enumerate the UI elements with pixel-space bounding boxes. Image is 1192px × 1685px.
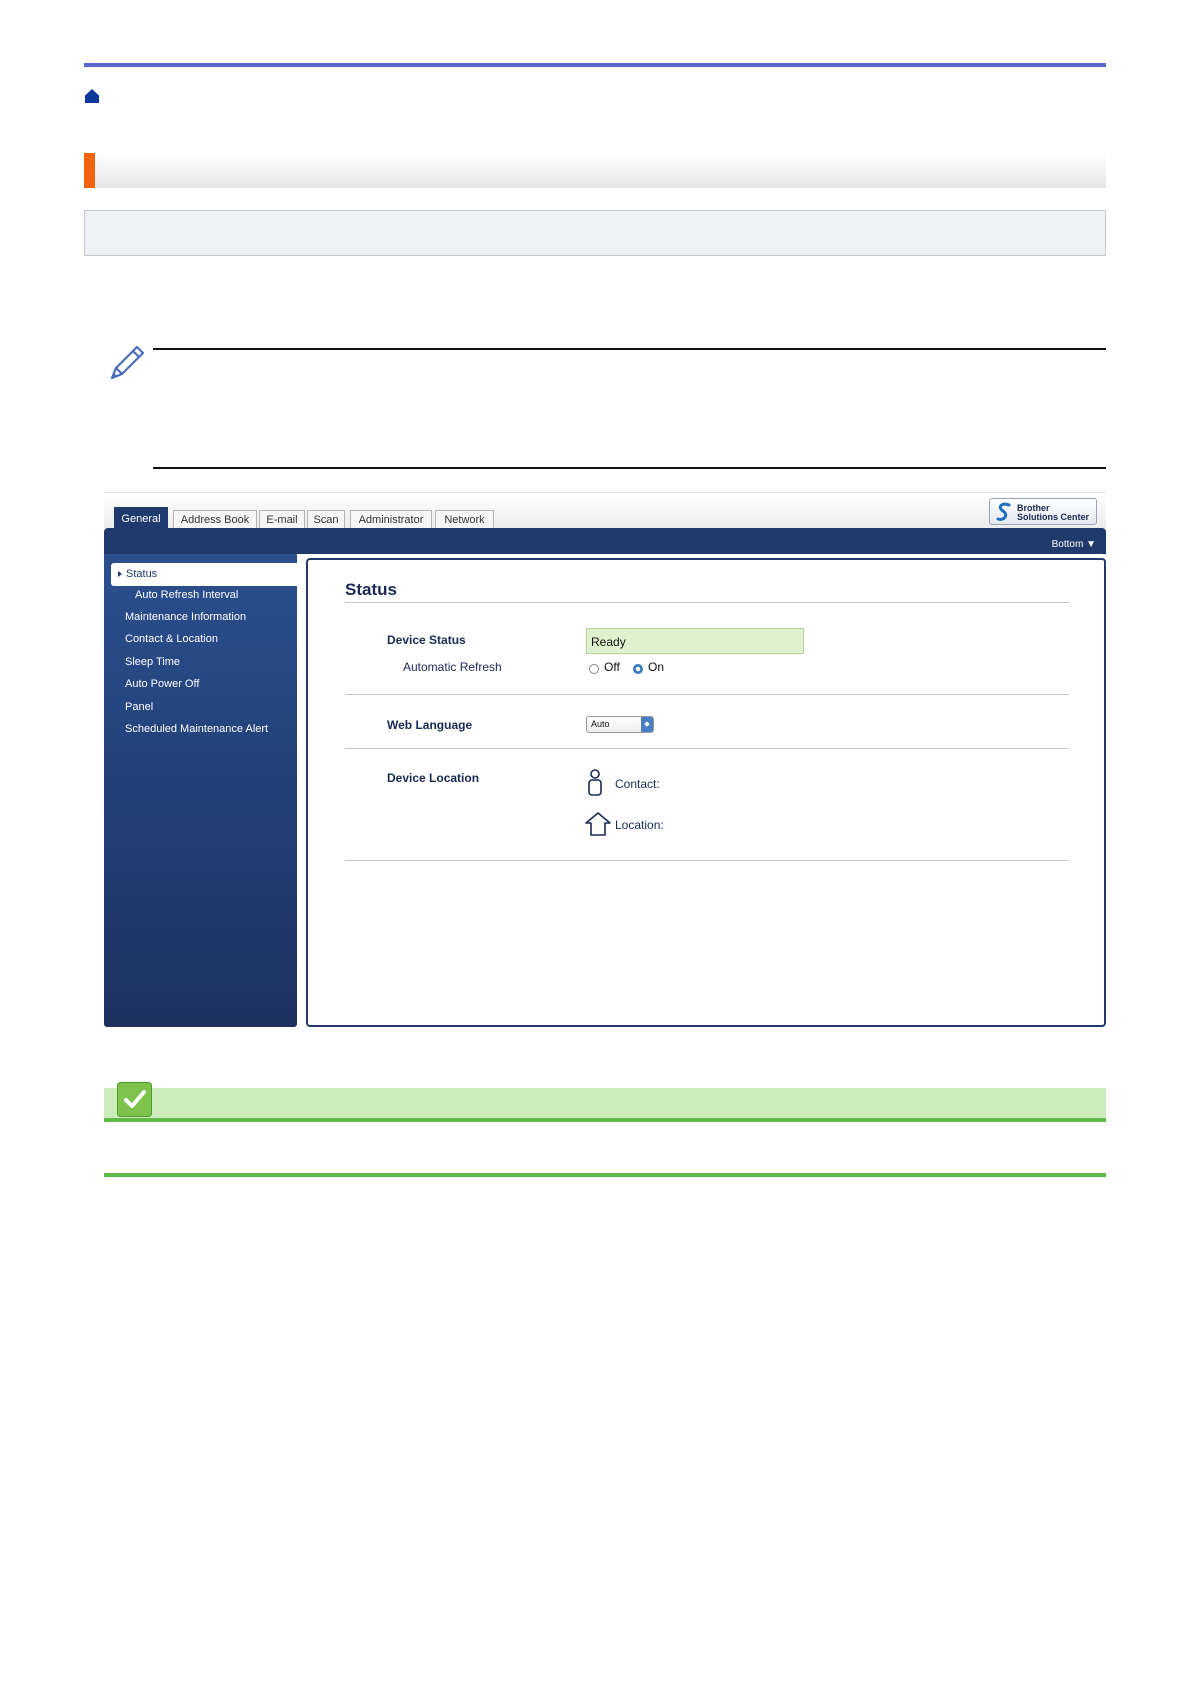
- solutions-center-logo-icon: [996, 502, 1011, 521]
- sidebar-item-auto-power-off[interactable]: Auto Power Off: [125, 678, 199, 690]
- brand-line-2: Solutions Center: [1017, 512, 1090, 522]
- solutions-center-button[interactable]: Brother Solutions Center: [989, 498, 1097, 525]
- sidebar-item-scheduled-maintenance-alert[interactable]: Scheduled Maintenance Alert: [125, 723, 268, 735]
- note-bottom-rule: [153, 467, 1106, 469]
- check-icon: [117, 1082, 152, 1117]
- related-bottom-rule: [104, 1173, 1106, 1177]
- auto-refresh-off-radio[interactable]: [589, 664, 599, 674]
- bottom-link[interactable]: Bottom ▼: [1052, 539, 1096, 550]
- page-title: Status: [345, 580, 397, 599]
- contact-label: Contact:: [615, 777, 660, 791]
- auto-refresh-off-label: Off: [604, 660, 620, 674]
- related-bar-rule: [104, 1118, 1106, 1122]
- note-top-rule: [153, 348, 1106, 350]
- web-language-select[interactable]: Auto ◆: [586, 716, 654, 733]
- section-accent: [84, 153, 95, 188]
- auto-refresh-on-label: On: [648, 660, 665, 674]
- device-location-label: Device Location: [387, 771, 480, 785]
- web-management-screenshot: General Address Book E-mail Scan Adminis…: [104, 492, 1106, 1027]
- sidebar: Status Auto Refresh Interval Maintenance…: [104, 554, 297, 1027]
- summary-box: [84, 210, 1106, 256]
- sidebar-item-maintenance-information[interactable]: Maintenance Information: [125, 611, 246, 623]
- tab-network[interactable]: Network: [435, 510, 494, 529]
- automatic-refresh-label: Automatic Refresh: [403, 660, 502, 674]
- device-status-label: Device Status: [387, 633, 466, 647]
- related-information-bar: [104, 1088, 1106, 1122]
- web-language-label: Web Language: [387, 718, 473, 732]
- sidebar-item-label: Status: [126, 568, 158, 580]
- pencil-icon: [110, 345, 145, 380]
- tab-email[interactable]: E-mail: [259, 510, 305, 529]
- sidebar-item-sleep-time[interactable]: Sleep Time: [125, 656, 180, 668]
- tab-scan[interactable]: Scan: [307, 510, 345, 529]
- auto-refresh-on-radio[interactable]: [633, 664, 643, 674]
- select-arrows-icon: ◆: [641, 717, 653, 732]
- section-divider: [345, 860, 1069, 861]
- top-rule: [84, 63, 1106, 67]
- person-icon: [588, 769, 602, 796]
- nav-bar: Bottom ▼: [104, 528, 1106, 554]
- sidebar-item-contact-location[interactable]: Contact & Location: [125, 633, 218, 645]
- section-divider: [345, 694, 1069, 695]
- tab-administrator[interactable]: Administrator: [350, 510, 432, 529]
- tab-address-book[interactable]: Address Book: [173, 510, 257, 529]
- title-divider: [345, 602, 1069, 603]
- sidebar-item-auto-refresh-interval[interactable]: Auto Refresh Interval: [135, 589, 238, 601]
- sidebar-item-panel[interactable]: Panel: [125, 701, 153, 713]
- tab-general[interactable]: General: [114, 507, 168, 529]
- section-heading-bar: [84, 153, 1106, 188]
- house-icon: [585, 812, 611, 836]
- status-content-panel: Status Device Status Ready Automatic Ref…: [306, 558, 1106, 1027]
- tab-strip: General Address Book E-mail Scan Adminis…: [104, 492, 1106, 529]
- chevron-right-icon: [118, 571, 122, 577]
- device-status-value: Ready: [586, 628, 804, 654]
- home-icon[interactable]: [84, 88, 100, 104]
- web-language-value: Auto: [591, 719, 610, 729]
- location-label: Location:: [615, 818, 664, 832]
- section-divider: [345, 748, 1069, 749]
- sidebar-item-status[interactable]: Status: [111, 563, 297, 586]
